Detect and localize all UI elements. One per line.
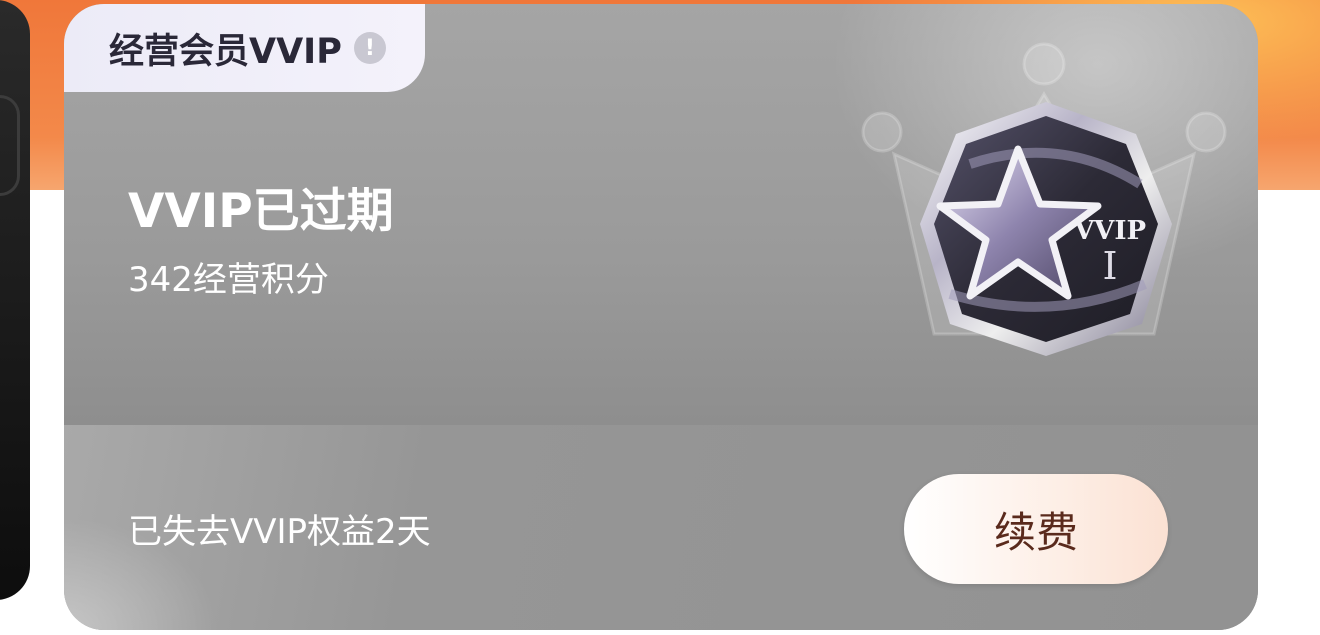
badge-level-text: VVIP <box>1073 216 1146 246</box>
lost-benefits-text: 已失去VVIP权益2天 <box>128 512 431 552</box>
points-text: 342经营积分 <box>128 260 329 300</box>
badge-level-number: I <box>1102 244 1117 288</box>
vvip-badge-icon: VVIP I <box>920 102 1172 356</box>
vvip-membership-card: 经营会员VVIP ! VVIP已过期 342经营积分 VVIP I 已失去VVI… <box>64 4 1258 630</box>
membership-tag-label: 经营会员VVIP <box>109 31 342 72</box>
info-icon[interactable]: ! <box>353 32 386 64</box>
previous-membership-card[interactable] <box>0 0 30 600</box>
membership-tag: 经营会员VVIP ! <box>64 4 425 92</box>
renew-button[interactable]: 续费 <box>904 474 1168 584</box>
status-title: VVIP已过期 <box>128 184 394 239</box>
previous-card-outline <box>0 95 20 196</box>
